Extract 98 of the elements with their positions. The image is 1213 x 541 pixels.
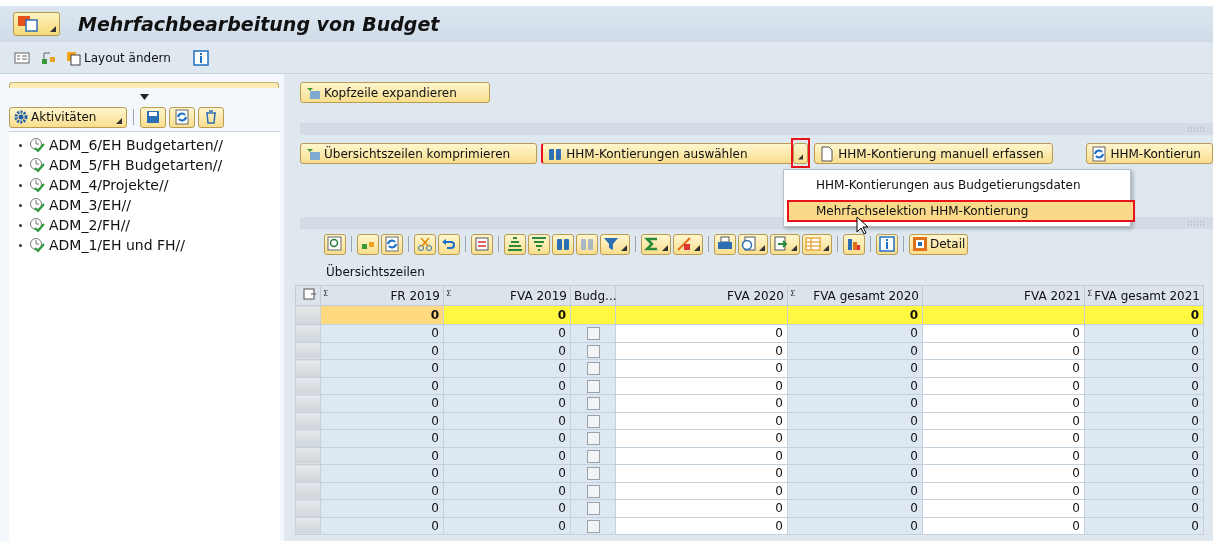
save-button[interactable] [140,106,166,128]
toolbar-button[interactable] [802,233,832,255]
gear-icon [14,110,28,124]
grip-icon[interactable] [1187,126,1205,132]
checkbox[interactable] [586,327,600,341]
layout-icon [66,49,82,66]
clock-check-icon [29,157,45,173]
toolbar-button[interactable] [770,233,800,255]
caret-icon [50,26,56,32]
action-button[interactable]: HHM-Kontierun [1086,143,1213,164]
checkbox[interactable] [586,502,600,516]
bullet-icon [19,183,22,187]
menu-button[interactable] [13,12,60,36]
percent-icon [676,236,692,252]
list-button[interactable] [14,49,30,66]
refresh-button[interactable] [169,106,195,128]
bullet-icon [19,223,22,227]
detail-icon [912,236,928,252]
column-header[interactable]: FVA 2021 [922,285,1085,306]
layout-button[interactable]: Layout ändern [66,49,171,66]
app-icon [17,15,39,33]
sigma-icon [644,236,660,252]
clock-check-icon [29,177,45,193]
select-assignments-button[interactable]: HHM-Kontierungen auswählen [541,143,792,164]
scissors-icon [417,236,433,252]
checkbox[interactable] [586,379,600,393]
bar-chart-icon [846,236,862,252]
bullet-icon [19,203,22,207]
tree-item[interactable]: ADM_5/FH Budgetarten// [19,155,280,175]
toolbar-button[interactable] [641,233,671,255]
sort-icon [531,236,547,252]
checkbox[interactable] [586,467,600,481]
info-icon [879,236,895,252]
refresh-icon [174,109,190,125]
refresh-icon [1091,145,1108,162]
bullet-icon [19,163,22,167]
floppy-icon [145,109,161,125]
select-all-icon[interactable] [303,287,317,301]
tree-item[interactable]: ADM_4/Projekte// [19,175,280,195]
tree-item[interactable]: ADM_6/EH Budgetarten// [19,135,280,155]
checkbox[interactable] [586,519,600,533]
sort-icon [507,236,523,252]
clock-check-icon [29,137,45,153]
magnifier-icon [327,236,343,252]
table-icon [805,236,821,252]
trash-icon [203,109,219,125]
checkbox[interactable] [586,414,600,428]
trash-button[interactable] [198,106,224,128]
info-icon [192,49,209,66]
detail-button[interactable]: Detail [909,233,969,255]
column-header[interactable]: FR 2019 [320,285,444,306]
checkbox[interactable] [586,449,600,463]
menu-item[interactable]: Mehrfachselektion HHM-Kontierung [787,200,1135,222]
caret-icon [798,154,804,160]
document-icon [819,145,836,162]
table-caption: Übersichtszeilen [326,265,426,281]
checkbox[interactable] [586,397,600,411]
column-header[interactable]: FVA 2020 [615,285,788,306]
expand-header-button[interactable]: Kopfzeile expandieren [300,82,490,103]
down-triangle-icon[interactable] [139,94,149,100]
window-title: Mehrfachbearbeitung von Budget [78,13,440,35]
tree-item[interactable]: ADM_3/EH// [19,195,280,215]
collapsed-panel[interactable] [9,82,279,88]
toolbar-button[interactable] [738,233,768,255]
row-minus-icon [474,236,490,252]
column-header[interactable]: Budg... [570,285,616,306]
hierarchy-icon [40,49,56,66]
tree-item[interactable]: ADM_2/FH// [19,215,280,235]
action-button[interactable]: HHM-Kontierung manuell erfassen [814,143,1054,164]
printer-icon [717,236,733,252]
caret-icon [116,117,122,124]
bullet-icon [19,243,22,247]
column-header[interactable]: FVA gesamt 2021 [1084,285,1204,306]
checkbox[interactable] [586,432,600,446]
action-button[interactable]: Übersichtszeilen komprimieren [300,143,538,164]
clock-check-icon [29,237,45,253]
checkbox[interactable] [586,362,600,376]
grip-icon[interactable] [1187,220,1205,226]
clock-check-icon [29,197,45,213]
bullet-icon [19,143,22,147]
tree-item[interactable]: ADM_1/EH und FH// [19,235,280,255]
toolbar-button[interactable] [673,233,703,255]
checkbox[interactable] [586,484,600,498]
toolbar-button[interactable] [600,233,630,255]
undo-icon [441,236,457,252]
clock-check-icon [29,217,45,233]
info-button[interactable] [192,49,209,66]
funnel-icon [603,236,619,252]
refresh-icon [384,236,400,252]
list-icon [14,49,30,66]
tree-button[interactable] [40,49,56,66]
checkbox[interactable] [586,344,600,358]
dropdown-button[interactable] [793,143,809,164]
activities-button[interactable]: Aktivitäten [9,106,127,128]
menu-item[interactable]: HHM-Kontierungen aus Budgetierungsdaten [787,174,1127,196]
column-header[interactable]: FVA 2019 [443,285,571,306]
export-icon [773,236,789,252]
column-header[interactable]: FVA gesamt 2020 [787,285,923,306]
